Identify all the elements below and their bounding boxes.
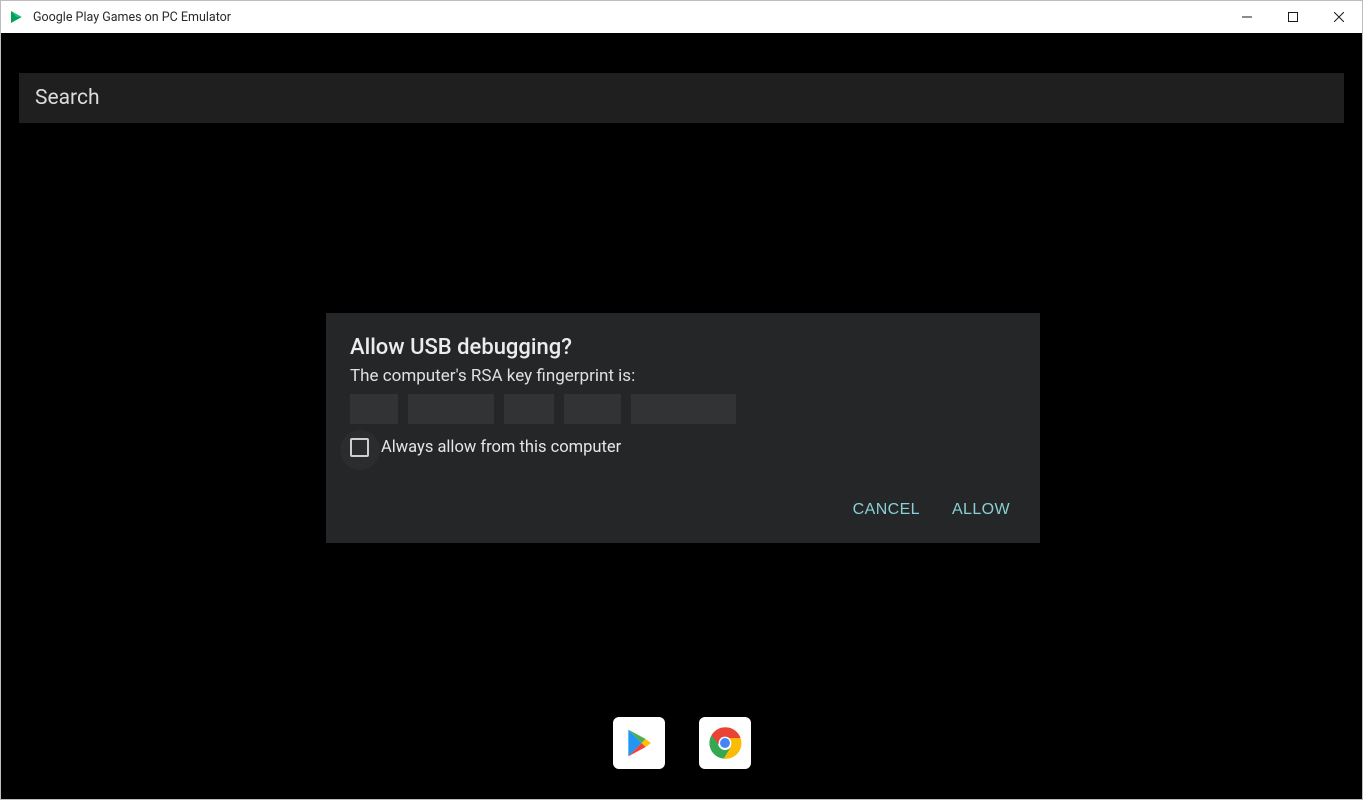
always-allow-label: Always allow from this computer: [381, 438, 621, 457]
dock: [1, 717, 1362, 769]
dialog-subtitle: The computer's RSA key fingerprint is:: [350, 366, 1016, 386]
rsa-fingerprint-redacted: [350, 394, 1016, 424]
chrome-icon[interactable]: [699, 717, 751, 769]
dialog-actions: CANCEL ALLOW: [350, 495, 1016, 525]
window-title: Google Play Games on PC Emulator: [33, 10, 231, 25]
minimize-button[interactable]: [1224, 1, 1270, 33]
dialog-title: Allow USB debugging?: [350, 335, 1016, 360]
fingerprint-block: [564, 394, 621, 424]
search-bar[interactable]: Search: [19, 73, 1344, 123]
play-store-icon[interactable]: [613, 717, 665, 769]
close-button[interactable]: [1316, 1, 1362, 33]
search-placeholder: Search: [35, 86, 100, 110]
maximize-button[interactable]: [1270, 1, 1316, 33]
fingerprint-block: [631, 394, 736, 424]
titlebar: Google Play Games on PC Emulator: [1, 1, 1362, 33]
fingerprint-block: [408, 394, 494, 424]
always-allow-checkbox[interactable]: [350, 438, 369, 457]
fingerprint-block: [350, 394, 398, 424]
always-allow-row: Always allow from this computer: [350, 438, 1016, 457]
emulator-screen: Search Allow USB debugging? The computer…: [1, 33, 1362, 799]
app-window: Google Play Games on PC Emulator Search …: [0, 0, 1363, 800]
fingerprint-block: [504, 394, 554, 424]
titlebar-left: Google Play Games on PC Emulator: [9, 9, 231, 25]
window-controls: [1224, 1, 1362, 33]
usb-debugging-dialog: Allow USB debugging? The computer's RSA …: [326, 313, 1040, 543]
allow-button[interactable]: ALLOW: [950, 495, 1012, 525]
play-games-icon: [9, 9, 25, 25]
cancel-button[interactable]: CANCEL: [851, 495, 922, 525]
